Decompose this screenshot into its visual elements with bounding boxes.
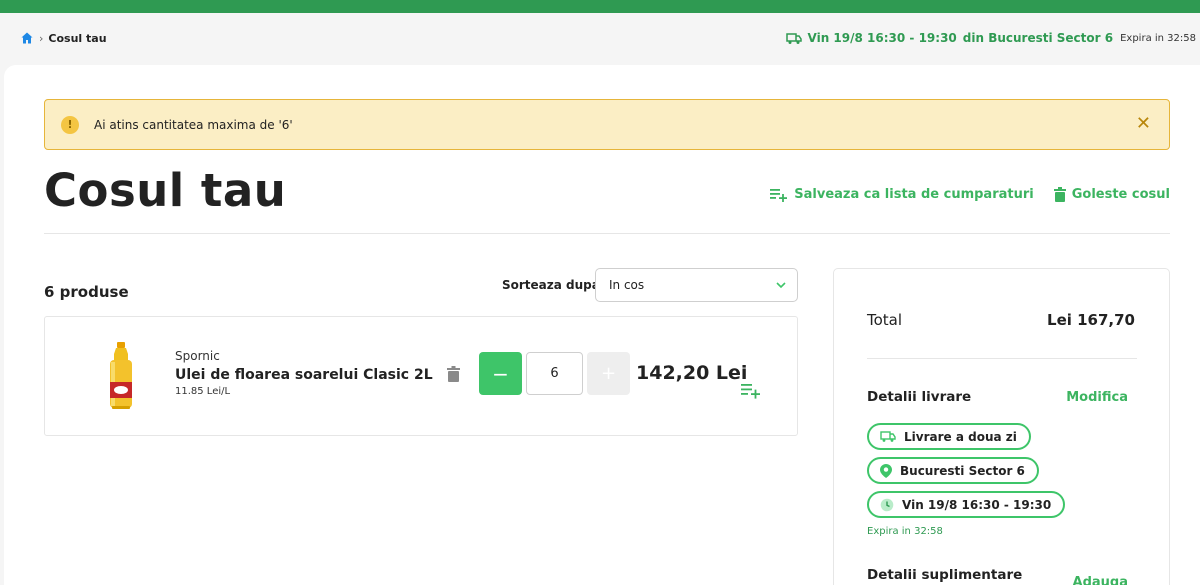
time-slot-label: Vin 19/8 16:30 - 19:30 <box>902 497 1052 512</box>
summary-divider <box>867 358 1137 359</box>
clock-icon <box>880 498 894 511</box>
list-add-icon <box>770 188 788 202</box>
list-add-icon[interactable] <box>741 383 761 399</box>
product-count: 6 produse <box>44 283 129 301</box>
cart-actions: Salveaza ca lista de cumparaturi Goleste… <box>770 187 1170 202</box>
title-divider <box>44 233 1170 234</box>
chevron-right-icon: › <box>39 31 44 45</box>
close-icon[interactable]: ✕ <box>1136 114 1151 134</box>
truck-icon <box>880 431 896 442</box>
delivery-type-pill[interactable]: Livrare a doua zi <box>867 423 1031 450</box>
empty-cart-label: Goleste cosul <box>1071 187 1170 202</box>
product-image[interactable] <box>107 340 135 412</box>
sort-label: Sorteaza dupa <box>502 278 600 292</box>
alert-message: Ai atins cantitatea maxima de '6' <box>94 117 293 132</box>
max-quantity-alert: ! Ai atins cantitatea maxima de '6' ✕ <box>44 99 1170 150</box>
order-summary: Total Lei 167,70 Detalii livrare Modific… <box>833 268 1170 585</box>
home-icon[interactable] <box>20 31 34 45</box>
location-pin-icon <box>880 463 892 478</box>
cart-item: Spornic Ulei de floarea soarelui Clasic … <box>44 316 798 436</box>
top-accent-bar <box>0 0 1200 13</box>
page-title: Cosul tau <box>44 164 287 217</box>
trash-icon <box>1053 187 1066 202</box>
delivery-summary[interactable]: Vin 19/8 16:30 - 19:30 din Bucuresti Sec… <box>785 31 1196 45</box>
location-pill[interactable]: Bucuresti Sector 6 <box>867 457 1039 484</box>
modify-delivery-link[interactable]: Modifica <box>1066 390 1128 405</box>
breadcrumb: › Cosul tau <box>20 31 107 45</box>
delivery-type-label: Livrare a doua zi <box>904 429 1017 444</box>
chevron-down-icon <box>776 282 786 289</box>
header-bar: › Cosul tau Vin 19/8 16:30 - 19:30 din B… <box>0 13 1200 65</box>
save-list-button[interactable]: Salveaza ca lista de cumparaturi <box>770 187 1034 202</box>
sort-select[interactable]: In cos <box>595 268 798 302</box>
breadcrumb-current: Cosul tau <box>48 31 107 45</box>
product-price: 142,20 Lei <box>636 362 748 384</box>
save-list-label: Salveaza ca lista de cumparaturi <box>794 187 1034 202</box>
total-label: Total <box>867 311 903 329</box>
empty-cart-button[interactable]: Goleste cosul <box>1053 187 1170 202</box>
trash-icon[interactable] <box>447 366 460 382</box>
time-slot-pill[interactable]: Vin 19/8 16:30 - 19:30 <box>867 491 1066 518</box>
product-unit-price: 11.85 Lei/L <box>175 386 231 397</box>
warning-icon: ! <box>61 115 79 134</box>
total-value: Lei 167,70 <box>1047 311 1135 329</box>
quantity-field[interactable]: 6 <box>526 352 583 395</box>
extra-details-title: Detalii suplimentare <box>867 567 1023 583</box>
summary-expiry: Expira in 32:58 <box>867 526 943 537</box>
decrease-quantity-button[interactable]: − <box>479 352 522 395</box>
product-name[interactable]: Ulei de floarea soarelui Clasic 2L <box>175 367 433 383</box>
product-brand: Spornic <box>175 349 220 363</box>
delivery-slot: Vin 19/8 16:30 - 19:30 <box>807 31 957 45</box>
increase-quantity-button[interactable]: + <box>587 352 630 395</box>
add-extra-link[interactable]: Adauga <box>1073 575 1128 585</box>
truck-icon <box>785 33 802 44</box>
expiry-timer: Expira in 32:58 <box>1120 32 1196 44</box>
location-label: Bucuresti Sector 6 <box>900 463 1025 478</box>
delivery-details-title: Detalii livrare <box>867 389 972 405</box>
sort-value: In cos <box>609 278 645 292</box>
delivery-city: din Bucuresti Sector 6 <box>962 31 1114 45</box>
